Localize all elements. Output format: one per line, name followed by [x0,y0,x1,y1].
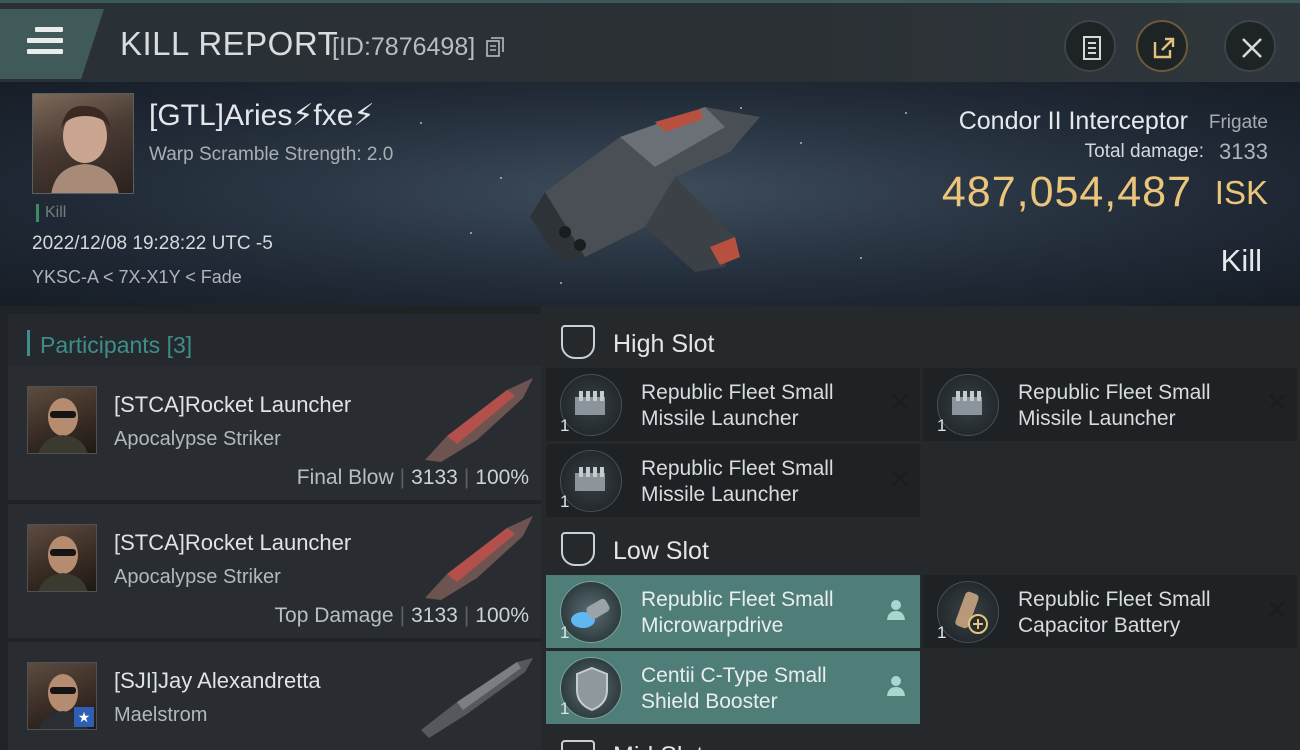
kill-result: Kill [1220,243,1262,278]
module-item[interactable]: 1 Republic Fleet Small Capacitor Battery [923,575,1297,648]
victim-panel: [GTL]Aries⚡fxe⚡ Warp Scramble Strength: … [0,82,1300,306]
participant-name[interactable]: [SJI]Jay Alexandretta [114,668,321,694]
module-quantity: 1 [560,699,570,718]
module-quantity: 1 [937,416,947,435]
participant-ship: Apocalypse Striker [114,428,281,450]
isk-unit: ISK [1214,174,1268,211]
participant-ship-image [425,516,533,600]
menu-button[interactable] [0,9,104,79]
participants-panel: Participants [3] [STCA]Rocket Launcher A… [0,306,541,750]
participants-header: Participants [3] [8,314,541,372]
isk-value: 487,054,487 [941,168,1192,216]
module-item[interactable]: 1 Republic Fleet Small Missile Launcher [546,444,920,517]
stat-label: Final Blow [296,466,394,489]
warp-scramble-strength: Warp Scramble Strength: 2.0 [149,144,394,165]
module-name: Republic Fleet Small Missile Launcher [641,381,834,430]
module-name: Republic Fleet Small Capacitor Battery [1018,588,1211,637]
report-icon [1083,36,1101,60]
module-name: Centii C-Type Small Shield Booster [641,664,827,713]
module-name: Republic Fleet Small Microwarpdrive [641,588,834,637]
participants-count: [3] [166,332,193,358]
module-quantity: 1 [560,416,570,435]
destroyed-icon [892,394,908,410]
report-button[interactable] [1064,20,1116,72]
page-title: KILL REPORT [120,25,339,62]
kill-location: YKSC-A < 7X-X1Y < Fade [32,267,242,287]
module-item[interactable]: 1 Centii C-Type Small Shield Booster [546,651,920,724]
menu-icon [27,27,63,60]
participant-row[interactable]: [STCA]Rocket Launcher Apocalypse Striker… [8,504,541,638]
participant-ship-image [425,378,533,462]
module-quantity: 1 [560,492,570,511]
title-bar: KILL REPORT [ID:7876498] [0,0,1300,82]
participant-name[interactable]: [STCA]Rocket Launcher [114,392,351,418]
stat-damage: 3133 [411,466,458,489]
destroyed-icon [892,470,908,486]
high-slot-header: High Slot [541,312,1300,370]
header-accent-bar [27,330,30,356]
participants-title-text: Participants [40,332,161,358]
dropped-person-icon [887,676,905,696]
fitting-panel: High Slot 1 Republic Fleet Small Missile… [541,306,1300,750]
participant-row[interactable]: [STCA]Rocket Launcher Apocalypse Striker… [8,366,541,500]
share-icon [1153,37,1175,59]
stat-percent: 100% [475,604,529,627]
module-name: Republic Fleet Small Missile Launcher [1018,381,1211,430]
participant-row[interactable]: ★ [SJI]Jay Alexandretta Maelstrom [8,642,541,750]
victim-portrait[interactable] [32,93,134,194]
module-quantity: 1 [560,623,570,642]
participant-ship-image [421,658,533,738]
share-button[interactable] [1136,20,1188,72]
low-slot-icon [561,532,595,566]
participants-title: Participants [3] [40,332,192,359]
module-item[interactable]: 1 Republic Fleet Small Missile Launcher [546,368,920,441]
mid-slot-header: Mid Slot [541,730,1300,750]
module-quantity: 1 [937,623,947,642]
participant-ship: Apocalypse Striker [114,566,281,588]
stat-damage: 3133 [411,604,458,627]
victim-ship-image [530,107,760,272]
high-slot-title: High Slot [613,330,715,358]
avatar[interactable]: ★ [27,662,97,730]
victim-ship-name[interactable]: Condor II Interceptor [959,107,1188,136]
total-damage-value: 3133 [1219,139,1268,164]
close-button[interactable] [1224,20,1276,72]
close-icon [1242,38,1262,58]
destroyed-icon [1269,394,1285,410]
victim-pilot-name[interactable]: [GTL]Aries⚡fxe⚡ [149,98,375,133]
mid-slot-icon [561,740,595,750]
kill-datetime: 2022/12/08 19:28:22 UTC -5 [32,233,273,254]
stat-label: Top Damage [274,604,394,627]
participant-ship: Maelstrom [114,704,208,726]
mid-slot-title: Mid Slot [613,742,703,750]
dropped-person-icon [887,600,905,620]
copy-icon[interactable] [486,37,504,57]
victim-ship-class: Frigate [1208,112,1268,133]
participant-name[interactable]: [STCA]Rocket Launcher [114,530,351,556]
low-slot-header: Low Slot [541,519,1300,577]
avatar[interactable] [27,386,97,454]
participant-stats: Final Blow | 3133 | 100% [296,466,529,489]
total-damage-label: Total damage: [1084,141,1204,162]
kill-tag: Kill [36,204,66,222]
module-name: Republic Fleet Small Missile Launcher [641,457,834,506]
low-slot-title: Low Slot [613,537,709,565]
avatar[interactable] [27,524,97,592]
stat-percent: 100% [475,466,529,489]
destroyed-icon [1269,601,1285,617]
participant-stats: Top Damage | 3133 | 100% [274,604,529,627]
high-slot-icon [561,325,595,359]
module-item[interactable]: 1 Republic Fleet Small Microwarpdrive [546,575,920,648]
module-item[interactable]: 1 Republic Fleet Small Missile Launcher [923,368,1297,441]
star-badge-icon: ★ [74,707,94,727]
report-id: [ID:7876498] [332,33,476,61]
